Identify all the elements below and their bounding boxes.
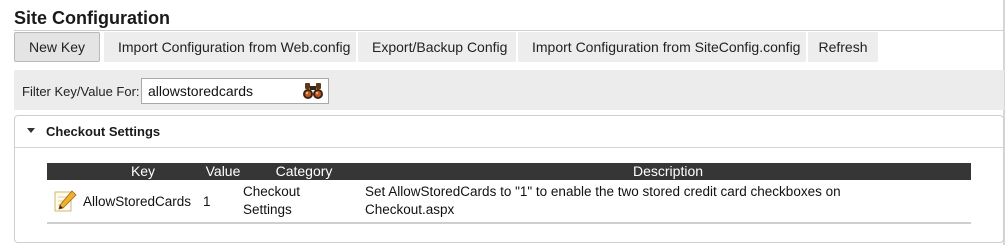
description-cell: Set AllowStoredCards to "1" to enable th…: [365, 180, 971, 224]
caret-down-icon[interactable]: [27, 128, 35, 133]
filter-label: Filter Key/Value For:: [22, 84, 140, 99]
filter-bar: Filter Key/Value For:: [14, 70, 1004, 110]
panel-title: Checkout Settings: [46, 124, 161, 139]
binoculars-icon[interactable]: [302, 81, 324, 101]
filter-input[interactable]: [142, 79, 302, 103]
header-edit: [47, 163, 83, 180]
edit-cell: [47, 180, 83, 224]
header-category[interactable]: Category: [243, 163, 365, 180]
import-siteconfig-button[interactable]: Import Configuration from SiteConfig.con…: [518, 32, 808, 62]
header-key[interactable]: Key: [83, 163, 203, 180]
refresh-button[interactable]: Refresh: [808, 32, 880, 62]
header-description[interactable]: Description: [365, 163, 971, 180]
table-row: AllowStoredCards 1 Checkout Settings Set…: [47, 180, 971, 224]
value-cell: 1: [203, 180, 243, 224]
table-header-row: Key Value Category Description: [47, 163, 971, 180]
filter-field: [141, 78, 329, 104]
new-key-button[interactable]: New Key: [14, 32, 100, 62]
import-webconfig-button[interactable]: Import Configuration from Web.config: [104, 32, 358, 62]
config-table: Key Value Category Description AllowStor…: [47, 163, 971, 224]
header-value[interactable]: Value: [203, 163, 243, 180]
page-title: Site Configuration: [14, 8, 170, 28]
category-line: Checkout: [243, 184, 301, 199]
category-cell: Checkout Settings: [243, 180, 365, 224]
description-line: Checkout.aspx: [365, 202, 455, 217]
category-line: Settings: [243, 202, 292, 217]
description-line: Set AllowStoredCards to "1" to enable th…: [365, 184, 841, 199]
title-divider: [14, 30, 1004, 31]
panel-header[interactable]: Checkout Settings: [15, 116, 1003, 148]
checkout-settings-panel: Checkout Settings Key Value Category Des…: [14, 115, 1004, 243]
toolbar: New Key Import Configuration from Web.co…: [14, 32, 1004, 62]
key-cell: AllowStoredCards: [83, 180, 203, 224]
pencil-edit-icon[interactable]: [53, 189, 77, 213]
export-backup-button[interactable]: Export/Backup Config: [358, 32, 518, 62]
